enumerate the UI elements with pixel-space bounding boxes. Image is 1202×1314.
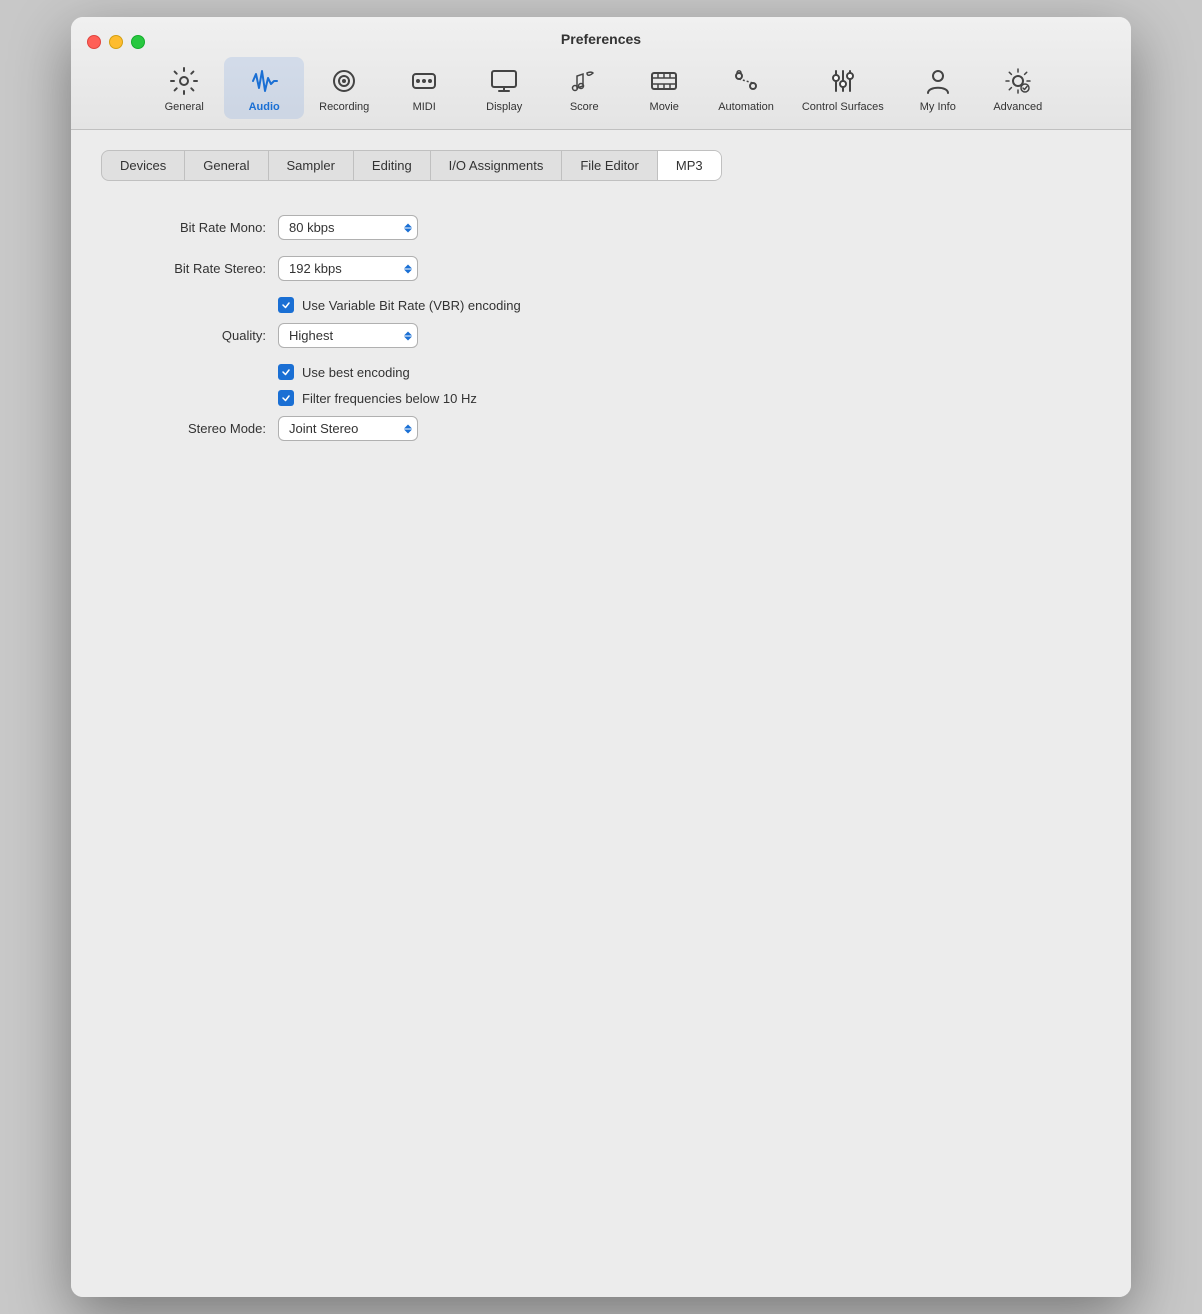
tab-general[interactable]: General (185, 151, 268, 180)
display-icon (486, 63, 522, 99)
bit-rate-mono-row: Bit Rate Mono: 80 kbps (121, 215, 1081, 240)
tab-mp3[interactable]: MP3 (658, 151, 721, 180)
toolbar-item-audio[interactable]: Audio (224, 57, 304, 119)
toolbar-label-my-info: My Info (920, 101, 956, 113)
mp3-settings-panel: Bit Rate Mono: 80 kbps Bit Rate Stereo: (101, 205, 1101, 467)
tab-bar: Devices General Sampler Editing I/O Assi… (101, 150, 722, 181)
bit-rate-stereo-select[interactable]: 192 kbps (278, 256, 418, 281)
toolbar: General Audio (87, 57, 1115, 119)
best-encoding-checkbox-row: Use best encoding (278, 364, 1081, 380)
filter-freq-checkbox-wrapper[interactable]: Filter frequencies below 10 Hz (278, 390, 477, 406)
quality-row: Quality: Highest (121, 323, 1081, 348)
vbr-checkbox-label: Use Variable Bit Rate (VBR) encoding (302, 298, 521, 313)
bit-rate-mono-select[interactable]: 80 kbps (278, 215, 418, 240)
minimize-button[interactable] (109, 35, 123, 49)
toolbar-item-display[interactable]: Display (464, 57, 544, 119)
close-button[interactable] (87, 35, 101, 49)
toolbar-item-my-info[interactable]: My Info (898, 57, 978, 119)
stereo-mode-row: Stereo Mode: Joint Stereo (121, 416, 1081, 441)
toolbar-label-advanced: Advanced (993, 101, 1042, 113)
toolbar-item-recording[interactable]: Recording (304, 57, 384, 119)
tab-devices[interactable]: Devices (102, 151, 185, 180)
tab-editing[interactable]: Editing (354, 151, 431, 180)
bit-rate-mono-select-wrapper: 80 kbps (278, 215, 418, 240)
toolbar-item-movie[interactable]: Movie (624, 57, 704, 119)
recording-icon (326, 63, 362, 99)
toolbar-item-advanced[interactable]: Advanced (978, 57, 1058, 119)
toolbar-label-score: Score (570, 101, 599, 113)
toolbar-label-general: General (165, 101, 204, 113)
gear-icon (166, 63, 202, 99)
tab-io-assignments[interactable]: I/O Assignments (431, 151, 563, 180)
best-encoding-checkbox-wrapper[interactable]: Use best encoding (278, 364, 410, 380)
filter-freq-label: Filter frequencies below 10 Hz (302, 391, 477, 406)
bit-rate-mono-label: Bit Rate Mono: (121, 220, 266, 235)
toolbar-label-recording: Recording (319, 101, 369, 113)
filter-freq-checkbox-row: Filter frequencies below 10 Hz (278, 390, 1081, 406)
quality-select[interactable]: Highest (278, 323, 418, 348)
my-info-icon (920, 63, 956, 99)
stereo-mode-select-wrapper: Joint Stereo (278, 416, 418, 441)
control-surfaces-icon (825, 63, 861, 99)
vbr-checkbox-row: Use Variable Bit Rate (VBR) encoding (278, 297, 1081, 313)
automation-icon (728, 63, 764, 99)
toolbar-item-control-surfaces[interactable]: Control Surfaces (788, 57, 898, 119)
vbr-checkbox[interactable] (278, 297, 294, 313)
movie-icon (646, 63, 682, 99)
best-encoding-label: Use best encoding (302, 365, 410, 380)
toolbar-item-general[interactable]: General (144, 57, 224, 119)
quality-label: Quality: (121, 328, 266, 343)
tab-file-editor[interactable]: File Editor (562, 151, 658, 180)
bit-rate-stereo-row: Bit Rate Stereo: 192 kbps (121, 256, 1081, 281)
stereo-mode-select[interactable]: Joint Stereo (278, 416, 418, 441)
toolbar-item-score[interactable]: Score (544, 57, 624, 119)
toolbar-label-audio: Audio (249, 101, 280, 113)
stereo-mode-label: Stereo Mode: (121, 421, 266, 436)
bit-rate-stereo-select-wrapper: 192 kbps (278, 256, 418, 281)
preferences-window: Preferences General Aud (71, 17, 1131, 1297)
midi-icon (406, 63, 442, 99)
toolbar-label-display: Display (486, 101, 522, 113)
traffic-lights (87, 35, 145, 49)
toolbar-item-automation[interactable]: Automation (704, 57, 788, 119)
content-area: Devices General Sampler Editing I/O Assi… (71, 130, 1131, 1297)
advanced-icon (1000, 63, 1036, 99)
audio-icon (246, 63, 282, 99)
toolbar-label-control-surfaces: Control Surfaces (802, 101, 884, 113)
titlebar: Preferences General Aud (71, 17, 1131, 130)
bit-rate-stereo-label: Bit Rate Stereo: (121, 261, 266, 276)
toolbar-label-midi: MIDI (413, 101, 436, 113)
tab-sampler[interactable]: Sampler (269, 151, 354, 180)
toolbar-label-automation: Automation (718, 101, 774, 113)
vbr-checkbox-wrapper[interactable]: Use Variable Bit Rate (VBR) encoding (278, 297, 521, 313)
toolbar-item-midi[interactable]: MIDI (384, 57, 464, 119)
quality-select-wrapper: Highest (278, 323, 418, 348)
maximize-button[interactable] (131, 35, 145, 49)
window-title: Preferences (561, 31, 641, 47)
toolbar-label-movie: Movie (650, 101, 679, 113)
best-encoding-checkbox[interactable] (278, 364, 294, 380)
filter-freq-checkbox[interactable] (278, 390, 294, 406)
score-icon (566, 63, 602, 99)
